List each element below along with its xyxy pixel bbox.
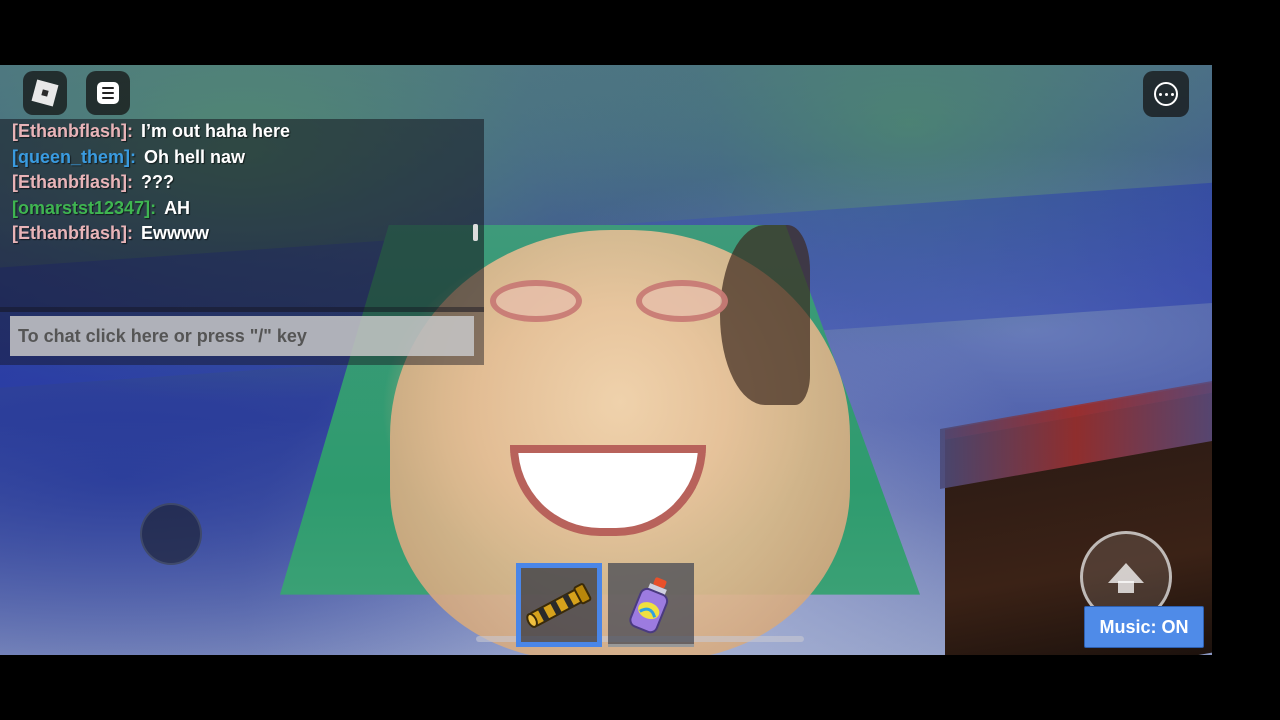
chat-icon	[97, 82, 119, 104]
more-icon	[1154, 82, 1178, 106]
roblox-menu-button[interactable]	[23, 71, 67, 115]
chat-log[interactable]: [Ethanbflash]: I’m out haha here [queen_t…	[12, 119, 472, 247]
poster-hair	[720, 225, 810, 405]
more-options-button[interactable]	[1143, 71, 1189, 117]
chat-message: [Ethanbflash]: I’m out haha here	[12, 119, 472, 145]
arrow-up-icon	[1108, 563, 1144, 593]
chat-text: ???	[141, 172, 174, 192]
chat-text: I’m out haha here	[141, 121, 291, 141]
roblox-logo-icon	[31, 79, 59, 107]
chat-text: Ewwww	[141, 223, 210, 243]
hotbar-slot-2[interactable]	[608, 563, 694, 647]
poster-right-eye	[636, 280, 728, 322]
chat-message: [Ethanbflash]:???	[12, 170, 472, 196]
chat-message: [Ethanbflash]: Ewwww	[12, 221, 472, 247]
chat-scrollbar[interactable]	[473, 224, 478, 241]
chat-message: [queen_them]: Oh hell naw	[12, 145, 472, 171]
hotbar-slot-1[interactable]	[516, 563, 602, 647]
chat-input[interactable]: To chat click here or press "/" key	[10, 316, 474, 356]
chat-username: [Ethanbflash]:	[12, 172, 133, 192]
music-toggle-button[interactable]: Music: ON	[1084, 606, 1204, 648]
poster-left-eye	[490, 280, 582, 322]
chat-username: [queen_them]:	[12, 146, 137, 167]
telescope-icon	[526, 583, 592, 628]
chat-toggle-button[interactable]	[86, 71, 130, 115]
bottle-icon	[629, 577, 669, 634]
movement-joystick[interactable]	[140, 503, 202, 565]
chat-input-placeholder: To chat click here or press "/" key	[18, 325, 307, 346]
game-viewport[interactable]: [Ethanbflash]: I’m out haha here [queen_t…	[0, 65, 1212, 655]
chat-input-area: To chat click here or press "/" key	[0, 307, 484, 365]
chat-username: [Ethanbflash]:	[12, 223, 133, 243]
hotbar-slot-2-indicator	[608, 644, 694, 647]
chat-window: [Ethanbflash]: I’m out haha here [queen_t…	[0, 119, 484, 365]
chat-text: AH	[164, 197, 191, 218]
chat-username: [omarstst12347]:	[12, 197, 157, 218]
chat-text: Oh hell naw	[144, 146, 246, 167]
chat-message: [omarstst12347]: AH	[12, 196, 472, 222]
chat-username: [Ethanbflash]:	[12, 121, 133, 141]
